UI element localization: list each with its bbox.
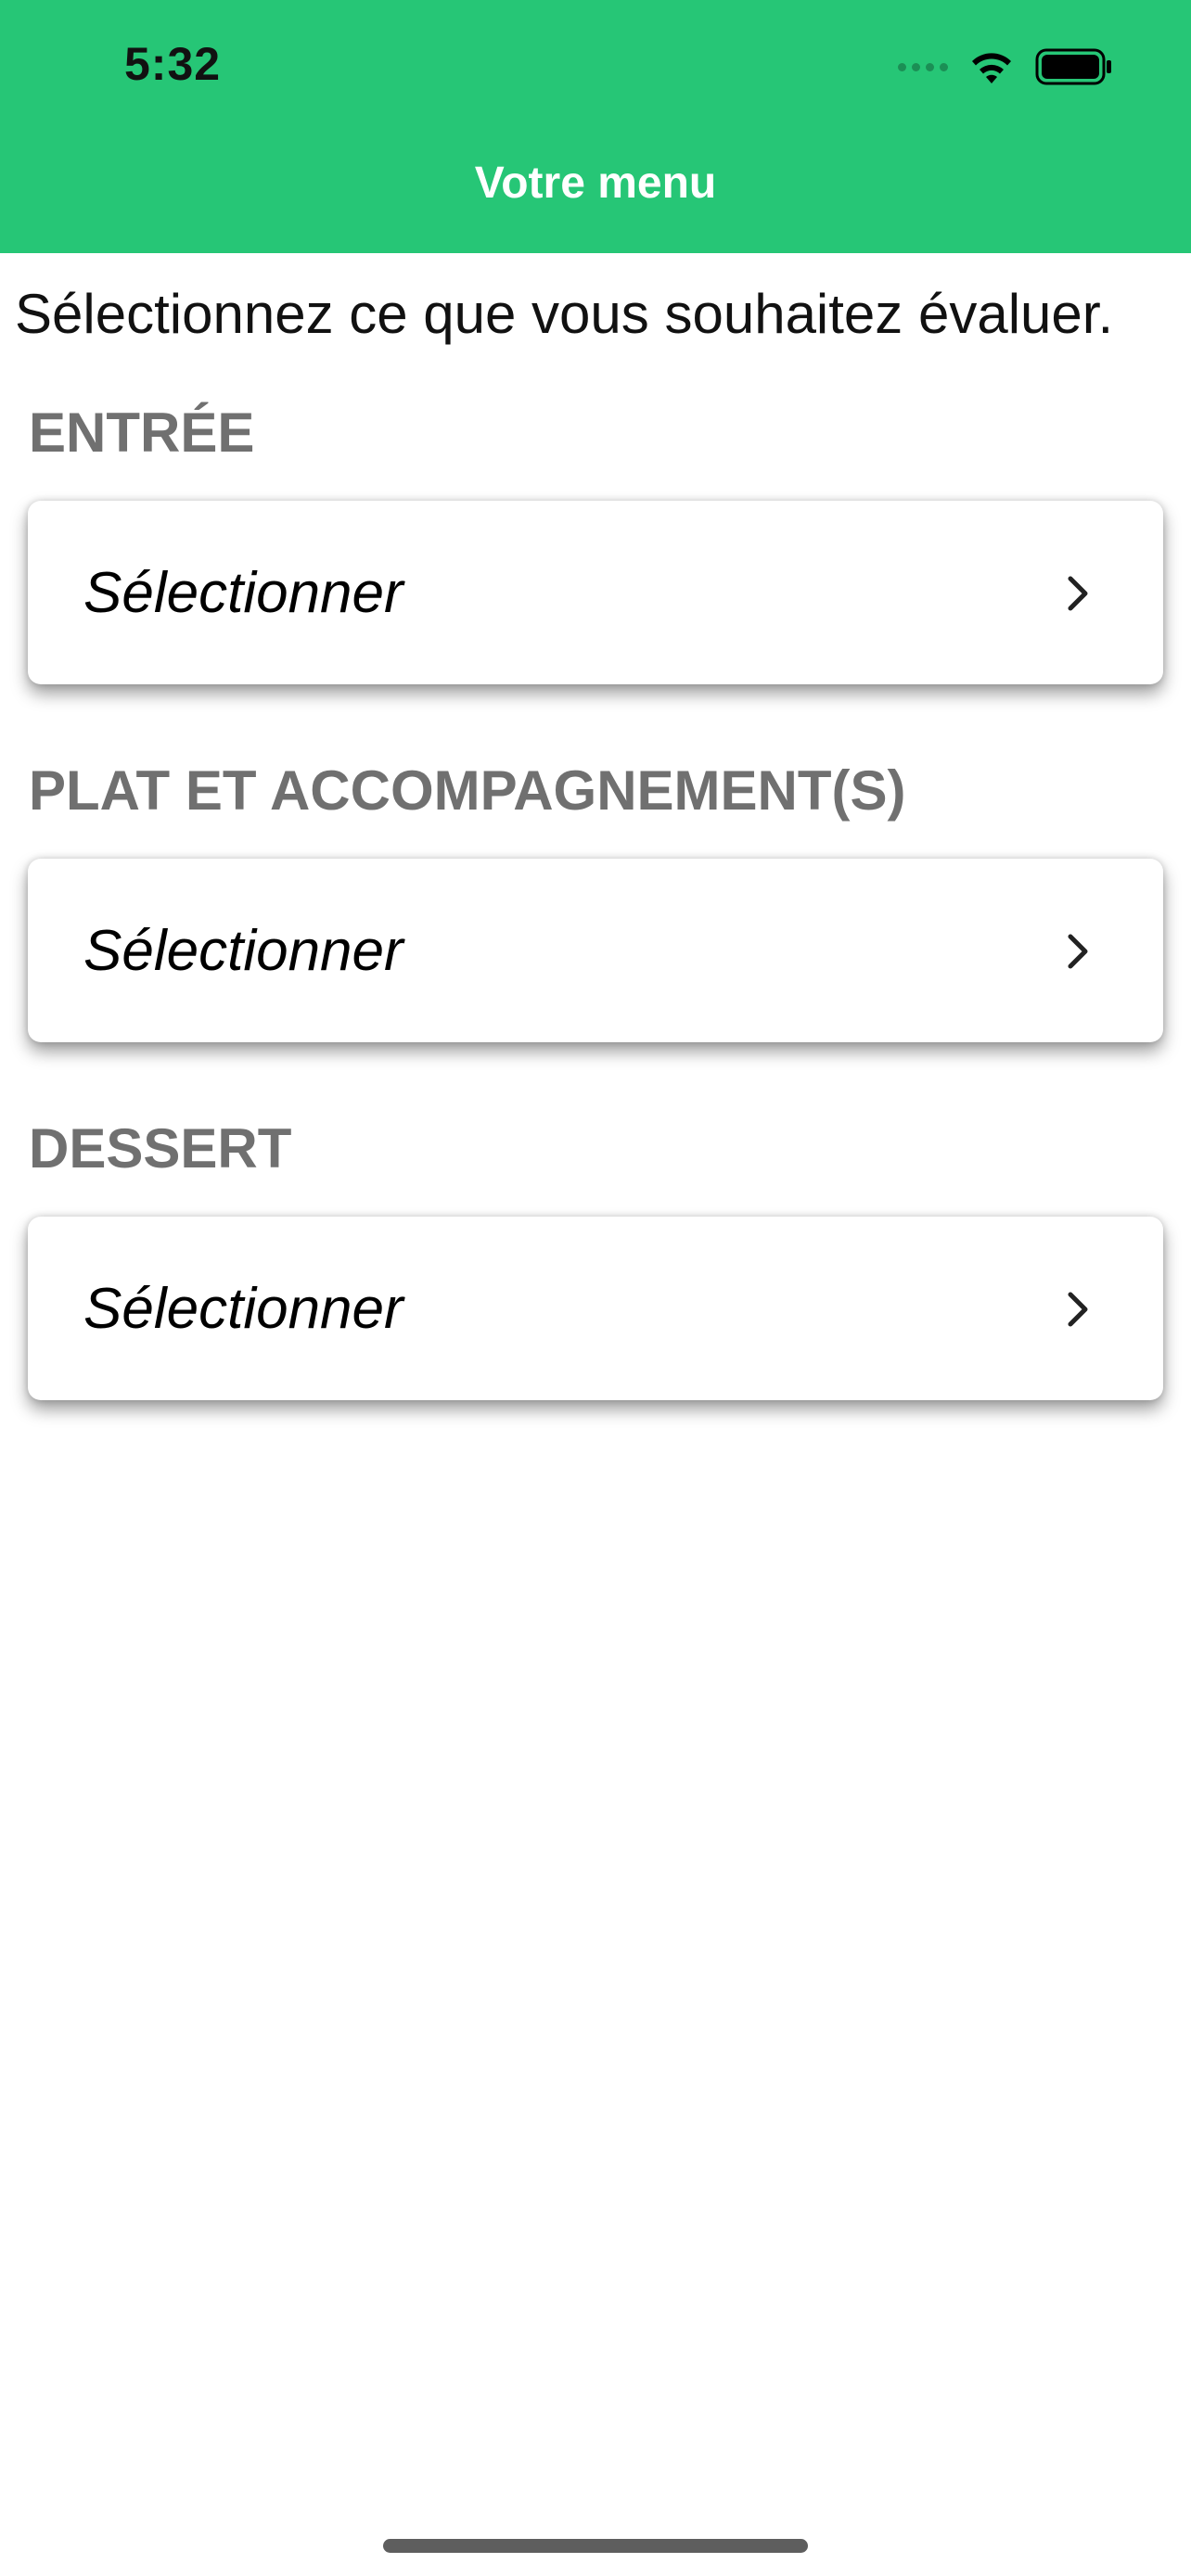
chevron-right-icon xyxy=(1068,934,1088,969)
status-time: 5:32 xyxy=(124,38,222,90)
wifi-icon xyxy=(972,53,1011,83)
signal-dots-icon xyxy=(898,62,948,71)
select-plat-label: Sélectionner xyxy=(83,919,403,983)
select-entree-label: Sélectionner xyxy=(83,561,403,625)
select-dessert-label: Sélectionner xyxy=(83,1277,403,1341)
chevron-right-icon xyxy=(1068,1292,1088,1327)
home-indicator[interactable] xyxy=(383,2539,808,2553)
section-label-dessert: DESSERT xyxy=(29,1117,292,1180)
section-label-plat: PLAT ET ACCOMPAGNEMENT(S) xyxy=(29,759,906,822)
battery-icon xyxy=(1035,48,1111,85)
select-entree-button[interactable]: Sélectionner xyxy=(28,501,1163,684)
page-title: Votre menu xyxy=(474,159,717,208)
section-label-entree: ENTRÉE xyxy=(29,402,255,464)
app-header: 5:32 Votre menu xyxy=(0,0,1191,253)
select-dessert-button[interactable]: Sélectionner xyxy=(28,1217,1163,1400)
chevron-right-icon xyxy=(1068,576,1088,611)
select-plat-button[interactable]: Sélectionner xyxy=(28,859,1163,1042)
status-icons xyxy=(898,43,1113,91)
intro-text: Sélectionnez ce que vous souhaitez évalu… xyxy=(15,283,1114,345)
